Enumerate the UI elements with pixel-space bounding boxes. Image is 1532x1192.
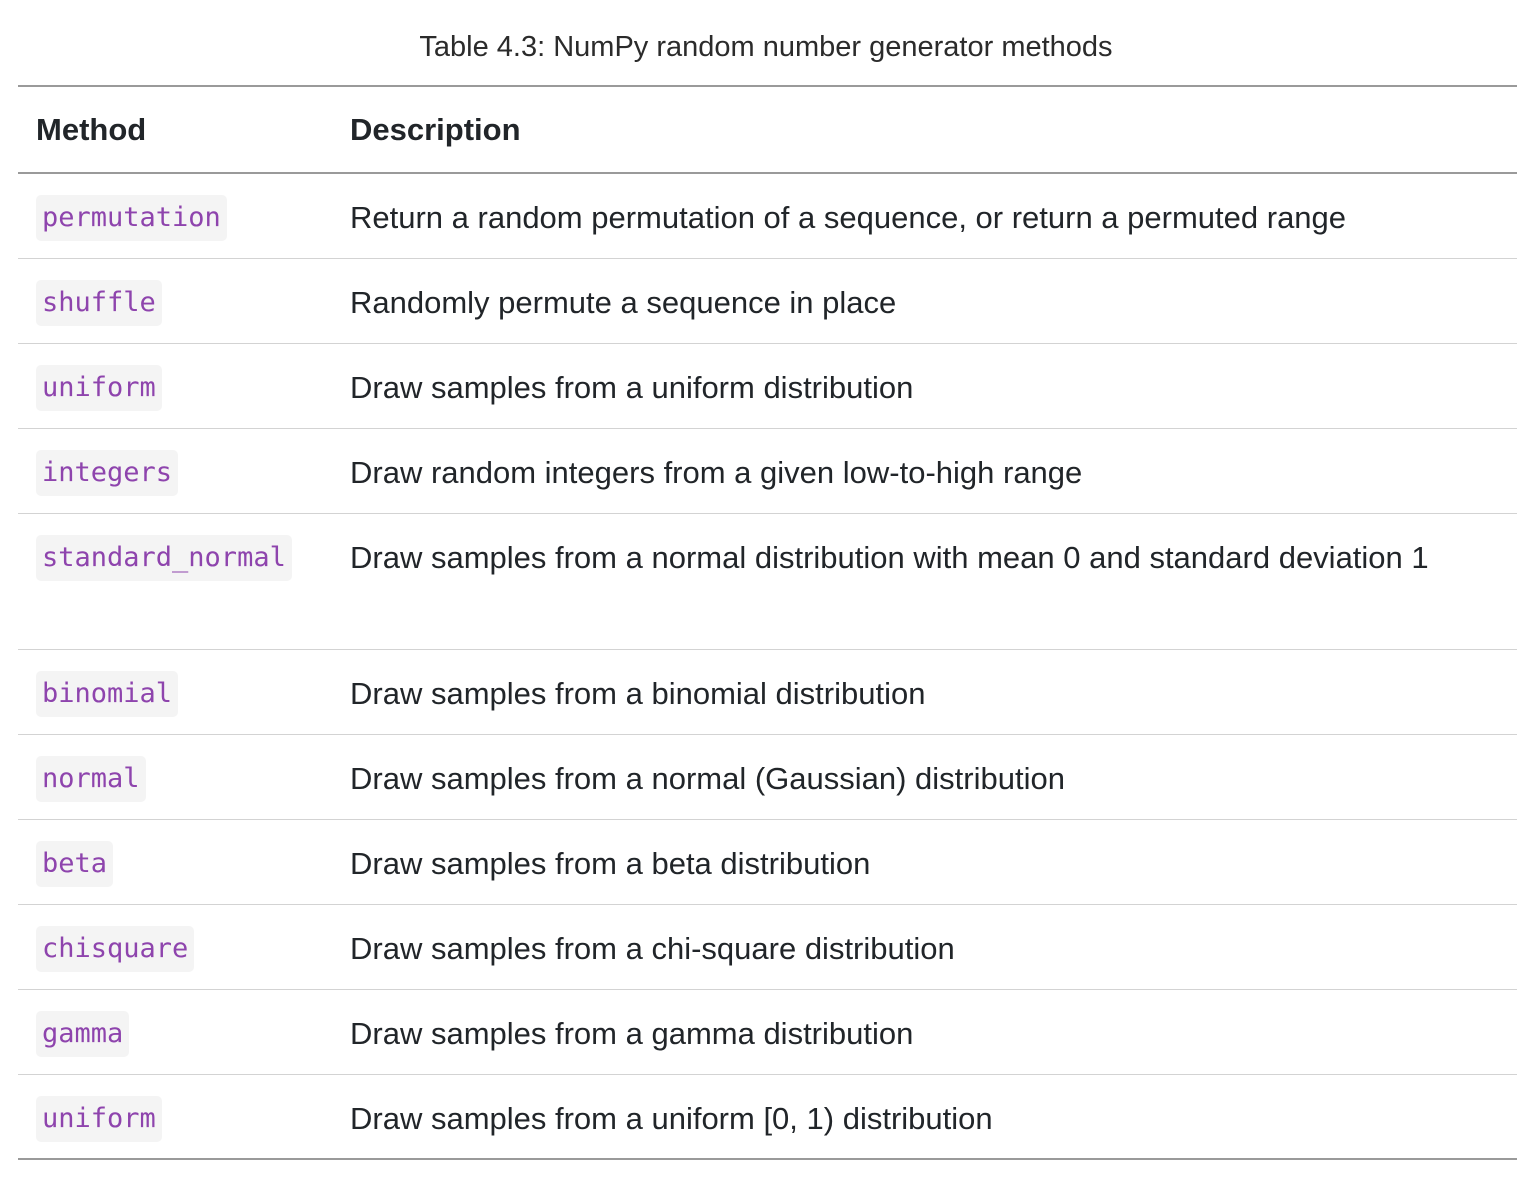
description-cell: Randomly permute a sequence in place [332, 258, 1517, 344]
methods-table-container: Method Description permutation Return a … [18, 85, 1517, 1160]
description-cell: Draw random integers from a given low-to… [332, 428, 1517, 514]
table-row: uniform Draw samples from a uniform [0, … [18, 1074, 1517, 1159]
methods-table: Method Description permutation Return a … [18, 85, 1517, 1160]
method-name: gamma [36, 1010, 130, 1057]
description-cell: Draw samples from a uniform distribution [332, 343, 1517, 429]
method-name: normal [36, 755, 146, 802]
description-cell: Return a random permutation of a sequenc… [332, 173, 1517, 259]
method-name: integers [36, 449, 179, 496]
table-caption: Table 4.3: NumPy random number generator… [419, 31, 1113, 63]
header-method: Method [18, 86, 332, 174]
method-cell: integers [18, 428, 332, 514]
table-row: chisquare Draw samples from a chi-square… [18, 904, 1517, 990]
table-row: shuffle Randomly permute a sequence in p… [18, 258, 1517, 344]
table-row: standard_normal Draw samples from a norm… [18, 513, 1517, 650]
header-description: Description [332, 86, 1517, 174]
method-name: standard_normal [36, 534, 292, 581]
method-name: permutation [36, 195, 227, 241]
method-cell: binomial [18, 649, 332, 735]
description-cell: Draw samples from a beta distribution [332, 819, 1517, 905]
method-cell: gamma [18, 989, 332, 1075]
method-name: shuffle [36, 279, 162, 326]
header-row: Method Description [18, 86, 1517, 174]
table-row: uniform Draw samples from a uniform dist… [18, 343, 1517, 429]
description-cell: Draw samples from a gamma distribution [332, 989, 1517, 1075]
method-name: uniform [36, 1095, 162, 1142]
table-row: beta Draw samples from a beta distributi… [18, 819, 1517, 905]
table-body: permutation Return a random permutation … [18, 173, 1517, 1159]
table-row: integers Draw random integers from a giv… [18, 428, 1517, 514]
table-row: normal Draw samples from a normal (Gauss… [18, 734, 1517, 820]
table-row: permutation Return a random permutation … [18, 173, 1517, 259]
method-cell: standard_normal [18, 513, 332, 650]
method-cell: uniform [18, 343, 332, 429]
method-cell: permutation [18, 173, 332, 259]
method-name: uniform [36, 364, 162, 411]
table-row: gamma Draw samples from a gamma distribu… [18, 989, 1517, 1075]
description-cell: Draw samples from a uniform [0, 1) distr… [350, 1100, 993, 1136]
method-name: beta [36, 840, 114, 887]
method-cell: shuffle [18, 258, 332, 344]
method-cell: beta [18, 819, 332, 905]
table-header: Method Description [18, 86, 1517, 174]
method-name: binomial [36, 670, 179, 717]
method-cell: uniform [18, 1074, 332, 1159]
description-cell: Draw samples from a normal (Gaussian) di… [332, 734, 1517, 820]
description-cell: Draw samples from a binomial distributio… [332, 649, 1517, 735]
method-cell: normal [18, 734, 332, 820]
method-cell: chisquare [18, 904, 332, 990]
description-cell: Draw samples from a chi-square distribut… [332, 904, 1517, 990]
description-cell: Draw samples from a normal distribution … [332, 513, 1517, 650]
table-row: binomial Draw samples from a binomial di… [18, 649, 1517, 735]
method-name: chisquare [36, 925, 195, 972]
